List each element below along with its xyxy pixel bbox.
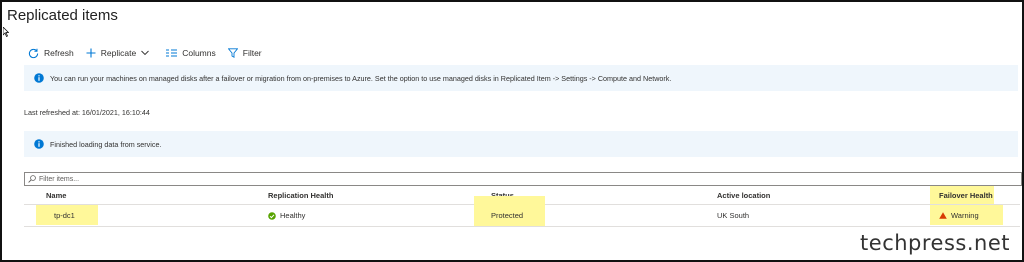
- failover-health-text: Warning: [951, 211, 979, 220]
- replicated-items-blade: Replicated items Refresh Replicate Colum: [0, 0, 1024, 262]
- replicate-button[interactable]: Replicate: [86, 48, 154, 58]
- info-icon: [34, 139, 44, 149]
- warning-icon: [939, 212, 947, 219]
- column-header-failover-health[interactable]: Failover Health: [939, 186, 993, 204]
- loading-status-banner: Finished loading data from service.: [24, 131, 1018, 157]
- loading-banner-text: Finished loading data from service.: [50, 139, 162, 149]
- refresh-icon: [28, 48, 39, 58]
- managed-disks-info-banner: You can run your machines on managed dis…: [24, 65, 1018, 91]
- filter-button[interactable]: Filter: [227, 48, 262, 58]
- column-header-active-location[interactable]: Active location: [717, 186, 770, 204]
- row-replication-health: Healthy: [268, 205, 305, 226]
- columns-label: Columns: [182, 48, 216, 58]
- replicated-items-table: Name Replication Health Failover Health …: [24, 186, 1020, 227]
- columns-icon: [166, 49, 178, 57]
- column-header-name[interactable]: Name: [46, 186, 66, 204]
- plus-icon: [86, 48, 96, 58]
- row-name-link[interactable]: tp-dc1: [54, 205, 75, 226]
- columns-button[interactable]: Columns: [166, 48, 216, 58]
- refresh-button[interactable]: Refresh: [28, 48, 74, 59]
- row-status: Protected: [491, 211, 524, 220]
- search-icon: [28, 175, 36, 183]
- refresh-label: Refresh: [44, 48, 74, 58]
- info-icon: [34, 73, 44, 83]
- page-title: Replicated items: [7, 7, 118, 24]
- row-failover-health: Warning: [939, 205, 979, 226]
- column-header-replication-health[interactable]: Replication Health: [268, 186, 333, 204]
- filter-label: Filter: [242, 48, 262, 58]
- last-refreshed-text: Last refreshed at: 16/01/2021, 16:10:44: [24, 108, 150, 117]
- mouse-cursor-icon: [2, 24, 10, 42]
- filter-items-input[interactable]: Filter items...: [24, 172, 1022, 186]
- table-row[interactable]: tp-dc1 Healthy Protected UK South Warnin…: [24, 196, 1020, 227]
- chevron-down-icon: [141, 50, 150, 56]
- replicate-label: Replicate: [100, 48, 137, 58]
- filter-icon: [227, 48, 238, 58]
- filter-placeholder: Filter items...: [39, 175, 80, 183]
- command-bar: Refresh Replicate Columns Filter: [28, 45, 274, 61]
- info-banner-text: You can run your machines on managed dis…: [50, 73, 672, 83]
- row-active-location: UK South: [717, 211, 750, 220]
- replication-health-text: Healthy: [280, 211, 306, 220]
- watermark-text: techpress.net: [860, 231, 1010, 255]
- healthy-check-icon: [268, 211, 276, 220]
